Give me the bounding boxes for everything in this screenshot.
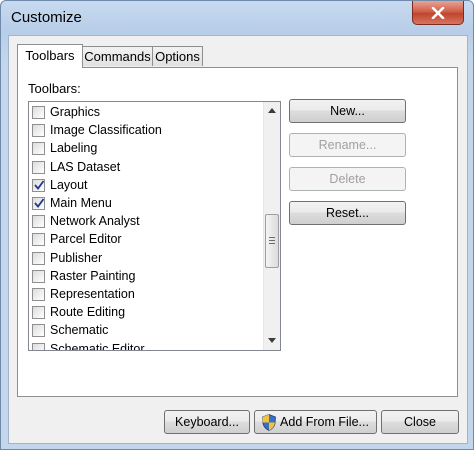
toolbar-item-label: Parcel Editor — [50, 232, 122, 247]
toolbar-checkbox[interactable] — [32, 342, 45, 350]
new-toolbar-button[interactable]: New... — [289, 99, 406, 123]
dialog-client-area: Toolbars Commands Options Toolbars: Grap… — [8, 35, 468, 444]
toolbar-checkbox[interactable] — [32, 106, 45, 119]
toolbar-item-label: Raster Painting — [50, 268, 136, 283]
close-button[interactable]: Close — [381, 410, 459, 434]
window-title: Customize — [11, 9, 82, 26]
toolbar-list-item[interactable]: Image Classification — [31, 122, 261, 140]
toolbar-item-label: Image Classification — [50, 123, 162, 138]
tab-options[interactable]: Options — [152, 46, 203, 66]
toolbar-list-item[interactable]: Publisher — [31, 250, 261, 268]
toolbar-checkbox[interactable] — [32, 142, 45, 156]
title-bar[interactable]: Customize — [1, 1, 473, 35]
toolbar-item-label: Publisher — [50, 250, 103, 265]
toolbars-listbox[interactable]: Graphics Image Classification Labeling LAS … — [28, 101, 281, 351]
toolbars-tab-panel: Toolbars: Graphics Image Classification La… — [17, 67, 458, 397]
toolbar-item-label: Graphics — [50, 105, 101, 119]
toolbar-list-item[interactable]: Network Analyst — [31, 213, 261, 231]
toolbar-checkbox[interactable] — [32, 160, 45, 174]
toolbar-item-label: Schematic — [50, 323, 109, 338]
toolbar-list-item[interactable]: Graphics — [31, 104, 261, 122]
add-from-file-button[interactable]: Add From File... — [254, 410, 377, 434]
thumb-grip-line — [269, 240, 275, 241]
tab-commands[interactable]: Commands — [82, 46, 153, 66]
toolbar-checkbox[interactable] — [32, 197, 45, 210]
toolbar-list-item[interactable]: Schematic Editor — [31, 341, 261, 351]
toolbar-checkbox[interactable] — [32, 288, 45, 301]
toolbar-item-label: Network Analyst — [50, 214, 140, 229]
toolbar-checkbox[interactable] — [32, 124, 45, 138]
toolbar-list-item[interactable]: Labeling — [31, 140, 261, 158]
rename-toolbar-button[interactable]: Rename... — [289, 133, 406, 157]
keyboard-button[interactable]: Keyboard... — [164, 410, 250, 434]
toolbar-list-item[interactable]: Parcel Editor — [31, 231, 261, 249]
toolbar-item-label: Schematic Editor — [50, 341, 145, 351]
add-from-file-label: Add From File... — [280, 415, 369, 429]
uac-shield-icon — [262, 414, 276, 431]
toolbar-item-label: Representation — [50, 287, 135, 301]
toolbar-list-item[interactable]: Main Menu — [31, 195, 261, 213]
thumb-grip-line — [269, 243, 275, 244]
toolbar-list-item[interactable]: LAS Dataset — [31, 159, 261, 177]
toolbar-item-label: LAS Dataset — [50, 159, 121, 174]
toolbar-item-label: Labeling — [50, 141, 98, 156]
checkmark-icon — [34, 198, 44, 208]
scroll-up-arrow-icon[interactable] — [268, 108, 276, 113]
toolbar-list-item[interactable]: Schematic — [31, 322, 261, 340]
delete-toolbar-button[interactable]: Delete — [289, 167, 406, 191]
toolbar-list-item[interactable]: Route Editing — [31, 304, 261, 322]
toolbar-item-label: Route Editing — [50, 305, 126, 320]
toolbar-item-label: Main Menu — [50, 196, 112, 210]
list-scrollbar[interactable] — [263, 102, 280, 350]
tab-toolbars[interactable]: Toolbars — [17, 44, 83, 68]
toolbar-checkbox[interactable] — [32, 251, 45, 265]
checkmark-icon — [34, 180, 44, 190]
toolbar-checkbox[interactable] — [32, 178, 45, 192]
toolbar-checkbox[interactable] — [32, 233, 45, 247]
customize-dialog: Customize Toolbars Commands Options Tool… — [0, 0, 474, 450]
toolbars-list-label: Toolbars: — [28, 81, 81, 96]
toolbar-checkbox[interactable] — [32, 269, 45, 283]
toolbar-checkbox[interactable] — [32, 324, 45, 338]
reset-toolbar-button[interactable]: Reset... — [289, 201, 406, 225]
toolbar-list-item[interactable]: Representation — [31, 286, 261, 304]
toolbar-item-label: Layout — [50, 177, 88, 192]
toolbar-checkbox[interactable] — [32, 306, 45, 320]
scrollbar-thumb[interactable] — [265, 214, 279, 268]
toolbar-list-item[interactable]: Raster Painting — [31, 268, 261, 286]
toolbar-list-item[interactable]: Layout — [31, 177, 261, 195]
toolbar-checkbox[interactable] — [32, 215, 45, 229]
window-close-button[interactable] — [412, 1, 464, 25]
close-icon — [431, 6, 445, 19]
thumb-grip-line — [269, 237, 275, 238]
scroll-down-arrow-icon[interactable] — [268, 338, 276, 343]
